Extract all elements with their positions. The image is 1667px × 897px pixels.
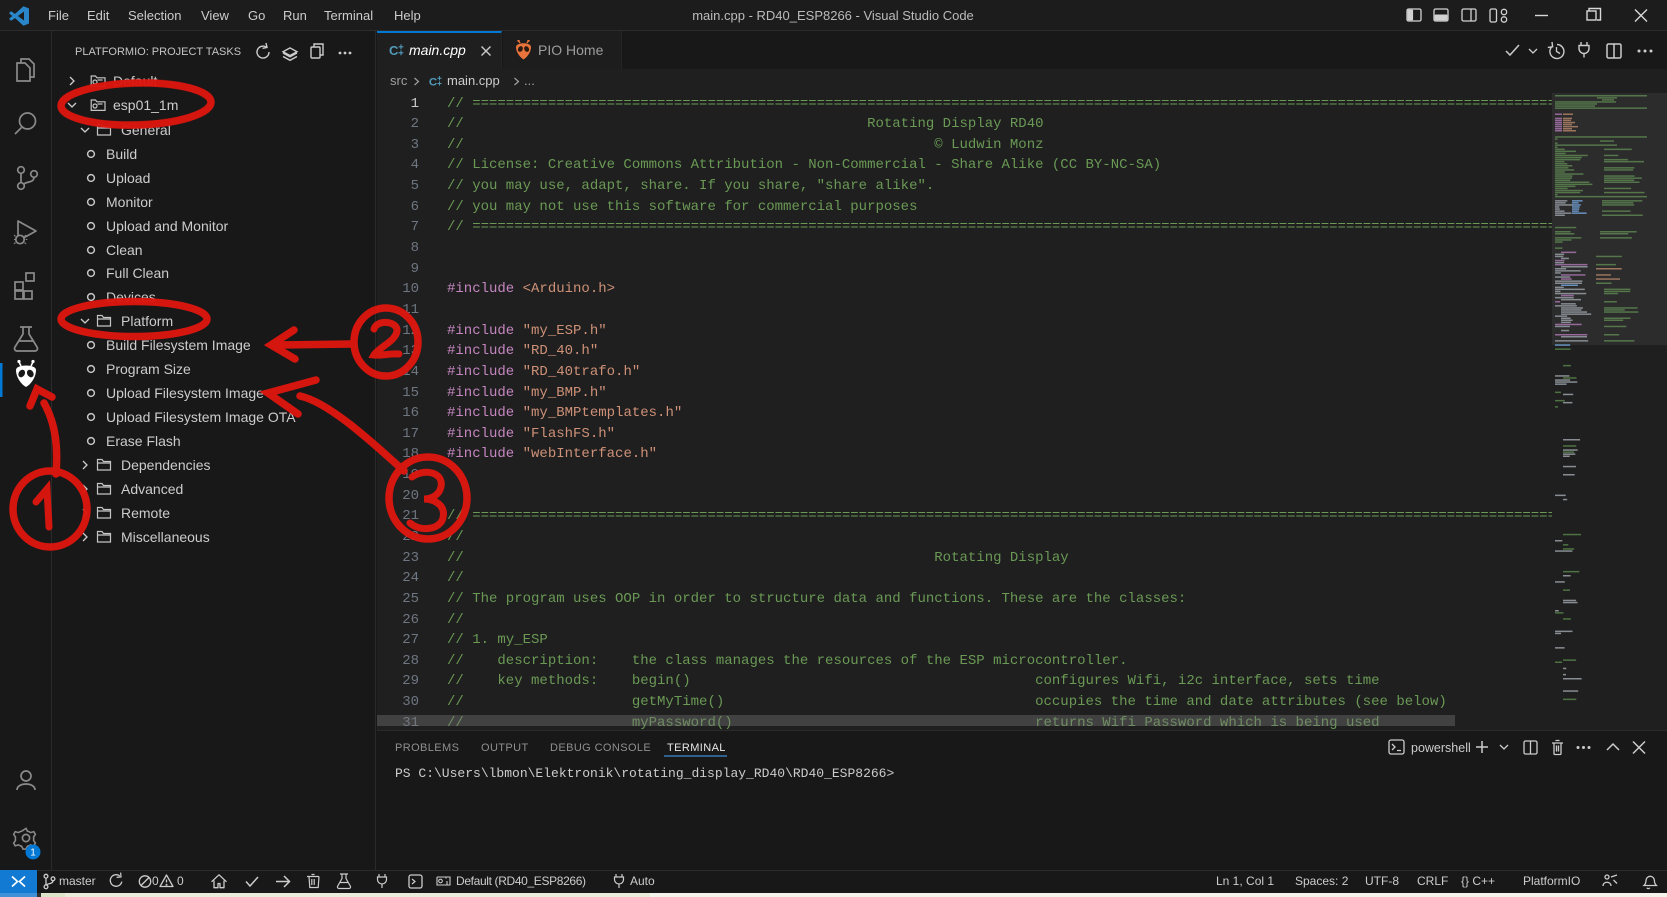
svg-text:1: 1 <box>30 848 36 859</box>
svg-text:C: C <box>429 76 437 88</box>
svg-text:C: C <box>389 43 399 58</box>
